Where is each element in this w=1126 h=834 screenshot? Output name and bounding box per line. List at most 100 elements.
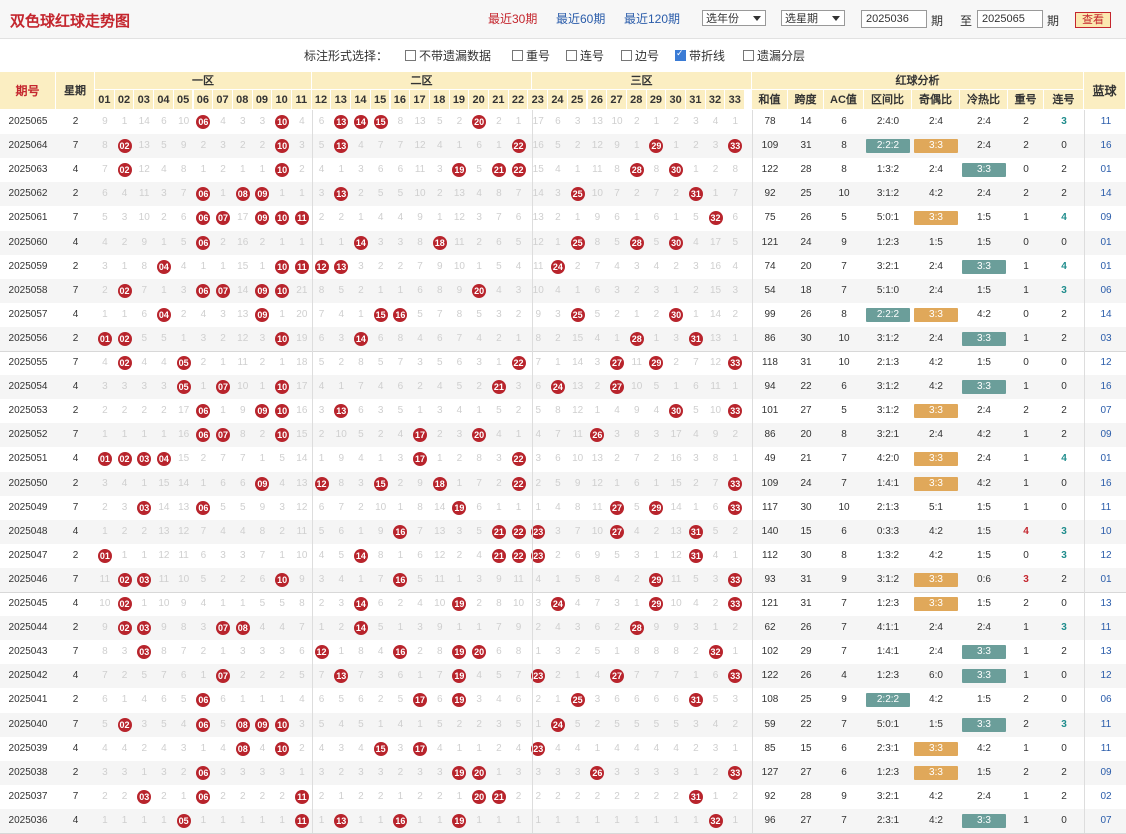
omission-cell: 12	[178, 525, 190, 537]
checkbox-icon[interactable]	[743, 50, 754, 61]
analysis-cell: 6	[841, 742, 847, 754]
red-ball: 19	[452, 693, 467, 708]
analysis-cell: 10	[838, 501, 850, 513]
checkbox-icon[interactable]	[566, 50, 577, 61]
omission-cell: 14	[434, 501, 446, 513]
omission-cell: 3	[476, 573, 482, 585]
year-select[interactable]: 选年份	[702, 10, 766, 26]
omission-cell: 12	[591, 140, 603, 152]
analysis-cell: 7	[841, 477, 847, 489]
omission-cell: 1	[338, 646, 345, 658]
omission-cell: 10	[709, 405, 722, 417]
option-repeat[interactable]: 重号	[512, 47, 550, 64]
option-line[interactable]: 带折线	[675, 47, 725, 64]
week-cell: 7	[72, 573, 79, 585]
omission-cell: 5	[476, 525, 482, 537]
omission-cell: 3	[338, 332, 345, 344]
option-consecutive[interactable]: 连号	[566, 47, 604, 64]
to-issue-input[interactable]: 2025065	[977, 10, 1043, 28]
analysis-cell: 109	[761, 477, 779, 489]
omission-cell: 7	[239, 453, 246, 465]
analysis-cell: 15	[800, 525, 812, 537]
omission-cell: 11	[296, 525, 308, 537]
omission-cell: 3	[574, 622, 581, 634]
omission-cell: 1	[456, 742, 463, 754]
omission-cell: 3	[338, 598, 345, 609]
option-layer[interactable]: 遗漏分层	[743, 47, 805, 64]
omission-cell: 15	[670, 477, 682, 489]
analysis-cell: 2	[1023, 766, 1029, 778]
checkbox-icon[interactable]	[621, 50, 632, 61]
omission-cell: 6	[614, 212, 620, 224]
from-issue-input[interactable]: 2025036	[861, 10, 927, 28]
analysis-cell: 85	[764, 742, 776, 754]
red-ball: 31	[688, 548, 703, 563]
header-issue[interactable]: 期号	[0, 72, 56, 110]
red-ball: 32	[708, 645, 723, 660]
table-row: 2025060 4 4 2 9 1 5 06 2 16 2 1 1 1 1 14 3 3 8 18 11 2 6 5 12 1 25…	[0, 230, 1126, 255]
omission-cell: 3	[220, 766, 226, 778]
red-ball: 15	[373, 476, 388, 491]
analysis-cell: 7	[841, 284, 847, 296]
omission-cell: 1	[456, 477, 463, 489]
omission-cell: 11	[572, 429, 583, 441]
omission-cell: 3	[220, 308, 226, 320]
query-button[interactable]: 查看	[1075, 12, 1111, 28]
red-ball: 21	[491, 524, 506, 539]
analysis-cell: 9	[841, 236, 847, 248]
omission-cell: 1	[693, 308, 699, 320]
blue-ball-cell: 07	[1100, 814, 1112, 826]
red-ball: 16	[393, 307, 408, 322]
range-30-link[interactable]: 最近30期	[488, 10, 537, 27]
omission-cell: 3	[220, 140, 226, 152]
omission-cell: 6	[239, 477, 246, 489]
analysis-cell: 2	[1023, 598, 1029, 609]
omission-cell: 4	[358, 140, 364, 152]
analysis-cell: 3	[1061, 622, 1067, 634]
red-ball: 25	[570, 187, 585, 202]
omission-cell: 2	[436, 188, 443, 200]
omission-cell: 2	[614, 622, 620, 634]
omission-cell: 4	[102, 236, 108, 248]
omission-cell: 5	[732, 236, 739, 248]
red-ball: 22	[511, 356, 526, 370]
option-no-miss[interactable]: 不带遗漏数据	[405, 47, 491, 64]
omission-cell: 2	[515, 308, 522, 320]
omission-cell: 3	[259, 646, 266, 658]
analysis-cell: 8	[841, 429, 847, 441]
omission-cell: 4	[693, 429, 699, 441]
issue-cell: 2025051	[8, 453, 48, 465]
checkbox-checked-icon[interactable]	[675, 48, 686, 61]
omission-cell: 1	[476, 622, 482, 634]
omission-cell: 5	[436, 116, 443, 127]
analysis-cell: 27	[800, 766, 812, 778]
omission-cell: 1	[279, 694, 285, 706]
omission-cell: 3	[200, 332, 207, 344]
analysis-cell: 2:4	[977, 188, 991, 200]
omission-cell: 5	[318, 525, 325, 537]
omission-cell: 10	[178, 573, 190, 585]
checkbox-icon[interactable]	[405, 50, 416, 61]
red-ball: 22	[511, 524, 526, 539]
omission-cell: 3	[614, 598, 620, 609]
range-120-link[interactable]: 最近120期	[624, 10, 680, 27]
header-number-19: 19	[449, 90, 470, 110]
omission-cell: 8	[180, 164, 187, 176]
red-ball: 19	[452, 597, 467, 611]
omission-cell: 5	[515, 718, 522, 730]
omission-cell: 7	[594, 598, 601, 609]
analysis-cell: 2	[1023, 694, 1029, 706]
range-60-link[interactable]: 最近60期	[556, 10, 605, 27]
omission-cell: 9	[161, 622, 167, 634]
week-cell: 7	[72, 212, 79, 224]
week-select[interactable]: 选星期	[781, 10, 845, 26]
checkbox-icon[interactable]	[512, 50, 523, 61]
red-ball: 29	[649, 572, 664, 587]
omission-cell: 2	[397, 260, 404, 272]
omission-cell: 4	[279, 477, 285, 489]
omission-cell: 1	[515, 332, 522, 344]
omission-cell: 2	[397, 477, 404, 489]
omission-cell: 3	[259, 766, 266, 778]
option-edge[interactable]: 边号	[621, 47, 659, 64]
red-ball: 26	[590, 428, 605, 443]
